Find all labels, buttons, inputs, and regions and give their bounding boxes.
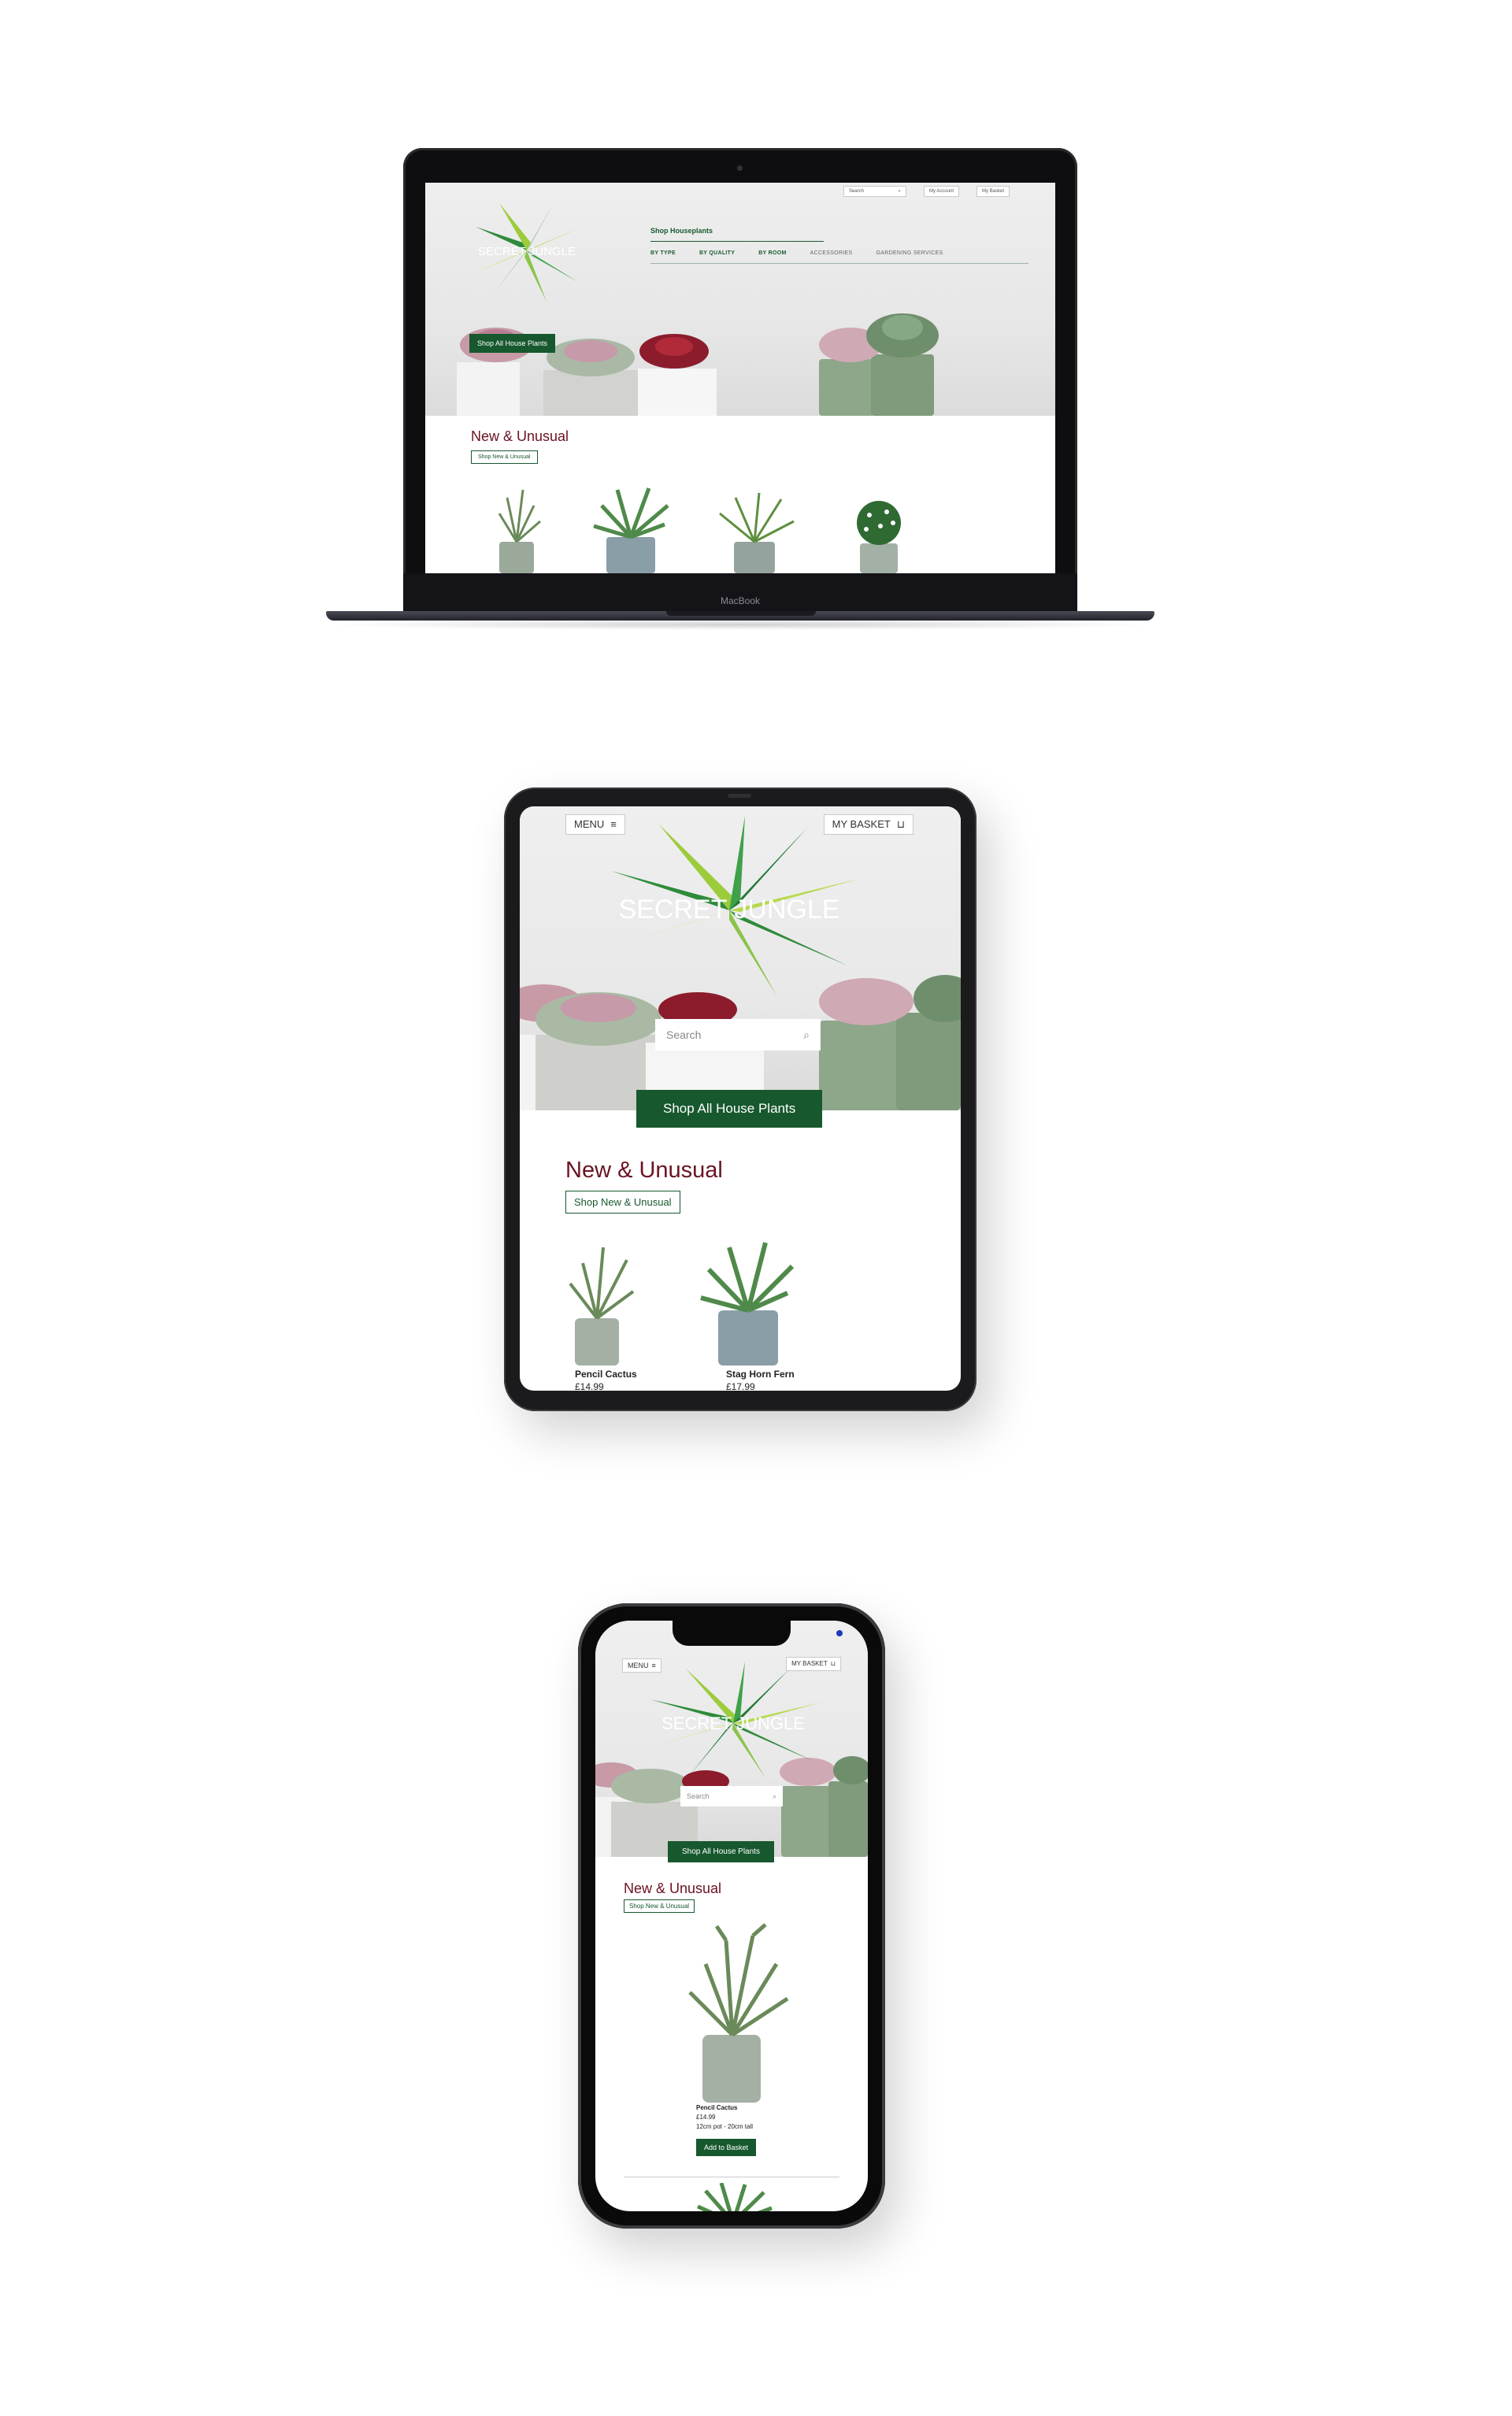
- tablet-screen: MENU ≡ MY BASKET ⊔ SECRET JUNGLE Search: [520, 806, 961, 1391]
- nav-item-by-room[interactable]: BY ROOM: [758, 250, 786, 256]
- product-image-row[interactable]: [551, 1232, 898, 1365]
- shop-all-house-plants-button[interactable]: Shop All House Plants: [469, 334, 556, 353]
- laptop-brand-label: MacBook: [720, 595, 761, 606]
- product-name[interactable]: Pencil Cactus: [696, 2104, 737, 2111]
- product-name[interactable]: Stag Horn Fern: [726, 1369, 795, 1380]
- utility-bar: Search ⌕ My Account My Basket: [843, 186, 1010, 197]
- phone-notch: [673, 1621, 843, 1646]
- secret-jungle-logo[interactable]: SECRET JUNGLE: [643, 1662, 824, 1780]
- logo-text: SECRET JUNGLE: [478, 245, 576, 258]
- search-input[interactable]: Search ⌕: [680, 1786, 783, 1806]
- product-image-stag-horn-fern: [700, 1242, 795, 1365]
- product-image-pencil-cactus: [569, 1247, 635, 1365]
- basket-icon: ⊔: [896, 818, 905, 830]
- shop-all-house-plants-button[interactable]: Shop All House Plants: [636, 1090, 823, 1128]
- search-input[interactable]: Search ⌕: [655, 1019, 821, 1051]
- logo-text: SECRET JUNGLE: [662, 1714, 805, 1733]
- phone-screen: MENU ≡ MY BASKET ⊔ SECRET JUNGLE Search: [595, 1621, 868, 2211]
- product-image-stag-horn-fern: [593, 487, 669, 573]
- product-price: £14.99: [696, 2114, 716, 2121]
- product-image-flowering-plant: [857, 501, 901, 573]
- nav-heading[interactable]: Shop Houseplants: [650, 227, 713, 235]
- search-placeholder: Search: [666, 1028, 702, 1041]
- product-name[interactable]: Pencil Cactus: [575, 1369, 637, 1380]
- phone-camera: [836, 1630, 843, 1636]
- laptop-chin: [403, 573, 1077, 613]
- section-title: New & Unusual: [624, 1881, 722, 1896]
- nav-underline: [650, 263, 1028, 264]
- my-basket-button[interactable]: My Basket: [976, 186, 1010, 197]
- logo-text: SECRET JUNGLE: [619, 895, 840, 925]
- product-price: £14.99: [575, 1381, 604, 1391]
- shop-new-unusual-button[interactable]: Shop New & Unusual: [471, 450, 538, 464]
- main-nav: BY TYPE BY QUALITY BY ROOM ACCESSORIES G…: [650, 250, 943, 256]
- nav-item-by-quality[interactable]: BY QUALITY: [699, 250, 735, 256]
- basket-icon: ⊔: [830, 1660, 836, 1667]
- shop-new-unusual-button[interactable]: Shop New & Unusual: [565, 1191, 680, 1214]
- search-icon: ⌕: [898, 189, 901, 194]
- phone-mockup: MENU ≡ MY BASKET ⊔ SECRET JUNGLE Search: [578, 1603, 885, 2229]
- product-description: 12cm pot - 20cm tall: [696, 2123, 754, 2130]
- laptop-screen: Search ⌕ My Account My Basket SECRET JUN…: [425, 183, 1055, 573]
- search-icon: ⌕: [803, 1028, 810, 1041]
- my-account-button[interactable]: My Account: [923, 186, 959, 197]
- laptop-shadow: [320, 619, 1161, 630]
- search-input[interactable]: Search ⌕: [843, 186, 906, 197]
- product-image-pencil-cactus: [498, 489, 541, 573]
- add-to-basket-button[interactable]: Add to Basket: [696, 2139, 757, 2156]
- laptop-mockup: MacBook Search ⌕ My Account My Basket SE…: [320, 148, 1161, 630]
- laptop-opening-notch: [666, 611, 816, 616]
- product-price: £17.99: [726, 1381, 755, 1391]
- search-icon: ⌕: [772, 1792, 776, 1800]
- laptop-camera: [737, 165, 743, 171]
- tablet-mockup: MENU ≡ MY BASKET ⊔ SECRET JUNGLE Search: [504, 787, 976, 1411]
- nav-item-gardening-services[interactable]: GARDENING SERVICES: [876, 250, 943, 256]
- tablet-camera: [728, 794, 751, 798]
- nav-item-by-type[interactable]: BY TYPE: [650, 250, 676, 256]
- product-image-row[interactable]: [468, 474, 1003, 573]
- search-placeholder: Search: [687, 1792, 710, 1800]
- next-product-image[interactable]: [690, 2183, 776, 2211]
- section-title: New & Unusual: [471, 428, 569, 444]
- product-image-pencil-cactus[interactable]: [666, 1917, 800, 2106]
- search-placeholder: Search: [848, 189, 864, 194]
- nav-item-accessories[interactable]: ACCESSORIES: [810, 250, 853, 256]
- secret-jungle-logo[interactable]: SECRET JUNGLE: [595, 816, 863, 997]
- nav-divider: [650, 241, 824, 242]
- secret-jungle-logo[interactable]: SECRET JUNGLE: [468, 195, 586, 306]
- shop-new-unusual-button[interactable]: Shop New & Unusual: [624, 1899, 695, 1913]
- product-image-fern: [719, 492, 795, 573]
- shop-all-house-plants-button[interactable]: Shop All House Plants: [668, 1841, 774, 1862]
- section-title: New & Unusual: [565, 1158, 723, 1183]
